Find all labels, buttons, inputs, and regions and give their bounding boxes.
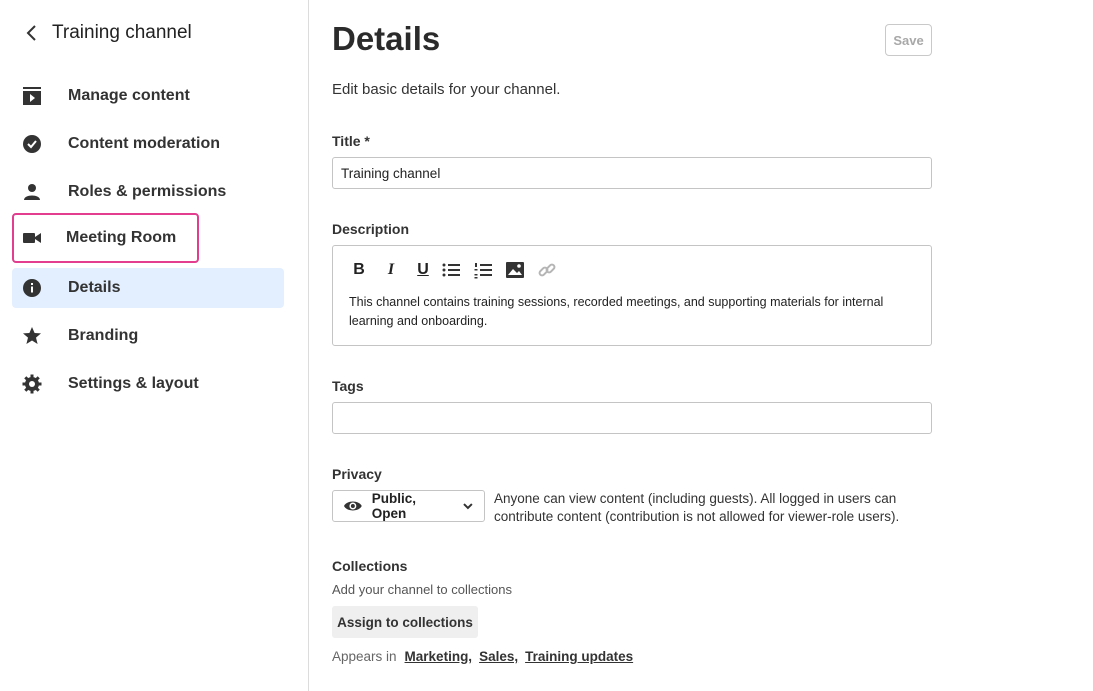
sidebar-item-content-moderation[interactable]: Content moderation bbox=[12, 124, 284, 164]
sidebar-item-label: Content moderation bbox=[68, 135, 220, 152]
link-icon[interactable] bbox=[531, 258, 563, 282]
gear-icon bbox=[12, 364, 52, 404]
sidebar: Training channel Manage content Content … bbox=[0, 0, 309, 691]
underline-button[interactable]: U bbox=[411, 258, 435, 282]
numbered-list-icon[interactable] bbox=[467, 258, 499, 282]
back-link[interactable]: Training channel bbox=[22, 22, 192, 44]
image-icon[interactable] bbox=[499, 258, 531, 282]
privacy-description: Anyone can view content (including guest… bbox=[494, 491, 900, 524]
collection-link-marketing[interactable]: Marketing, bbox=[405, 649, 473, 664]
sidebar-item-meeting-room[interactable]: Meeting Room bbox=[12, 213, 199, 263]
description-editor[interactable]: B I U This channel contains training ses… bbox=[332, 245, 932, 346]
privacy-value: Public, Open bbox=[371, 491, 416, 521]
sidebar-item-label: Branding bbox=[68, 327, 139, 344]
sidebar-item-label: Details bbox=[68, 279, 121, 296]
privacy-select[interactable]: Public, Open bbox=[332, 490, 485, 522]
italic-button[interactable]: I bbox=[371, 258, 411, 282]
appears-in-label: Appears in bbox=[332, 649, 397, 664]
privacy-label: Privacy bbox=[332, 466, 382, 482]
collections-subtitle: Add your channel to collections bbox=[332, 582, 512, 597]
description-label: Description bbox=[332, 221, 410, 237]
page-title: Details bbox=[332, 20, 441, 57]
sidebar-item-manage-content[interactable]: Manage content bbox=[12, 76, 284, 116]
bold-button[interactable]: B bbox=[347, 258, 371, 282]
title-input[interactable] bbox=[332, 157, 932, 189]
star-icon bbox=[12, 316, 52, 356]
sidebar-item-settings-layout[interactable]: Settings & layout bbox=[12, 364, 284, 404]
chevron-left-icon bbox=[26, 25, 36, 41]
collection-link-training-updates[interactable]: Training updates bbox=[525, 649, 633, 664]
save-button[interactable]: Save bbox=[885, 24, 932, 56]
person-icon bbox=[12, 172, 52, 212]
title-label: Title * bbox=[332, 133, 370, 149]
chevron-down-icon bbox=[463, 503, 473, 510]
sidebar-item-label: Settings & layout bbox=[68, 375, 199, 392]
info-icon bbox=[12, 268, 52, 308]
assign-to-collections-button[interactable]: Assign to collections bbox=[332, 606, 478, 638]
editor-toolbar: B I U bbox=[347, 258, 563, 282]
tags-input[interactable] bbox=[332, 402, 932, 434]
sidebar-item-label: Manage content bbox=[68, 87, 190, 104]
page-subtitle: Edit basic details for your channel. bbox=[332, 81, 561, 98]
bulleted-list-icon[interactable] bbox=[435, 258, 467, 282]
collection-link-sales[interactable]: Sales, bbox=[479, 649, 518, 664]
check-circle-icon bbox=[12, 124, 52, 164]
eye-icon bbox=[343, 501, 362, 511]
collections-label: Collections bbox=[332, 558, 408, 574]
sidebar-item-details[interactable]: Details bbox=[12, 268, 284, 308]
play-square-icon bbox=[12, 76, 52, 116]
sidebar-item-roles-permissions[interactable]: Roles & permissions bbox=[12, 172, 284, 212]
tags-label: Tags bbox=[332, 378, 364, 394]
sidebar-item-label: Meeting Room bbox=[66, 229, 177, 246]
channel-name: Training channel bbox=[52, 22, 192, 43]
sidebar-item-branding[interactable]: Branding bbox=[12, 316, 284, 356]
sidebar-item-label: Roles & permissions bbox=[68, 183, 227, 200]
appears-in: Appears in Marketing, Sales, Training up… bbox=[332, 649, 633, 664]
video-camera-icon bbox=[14, 218, 50, 258]
description-text: This channel contains training sessions,… bbox=[349, 295, 884, 328]
